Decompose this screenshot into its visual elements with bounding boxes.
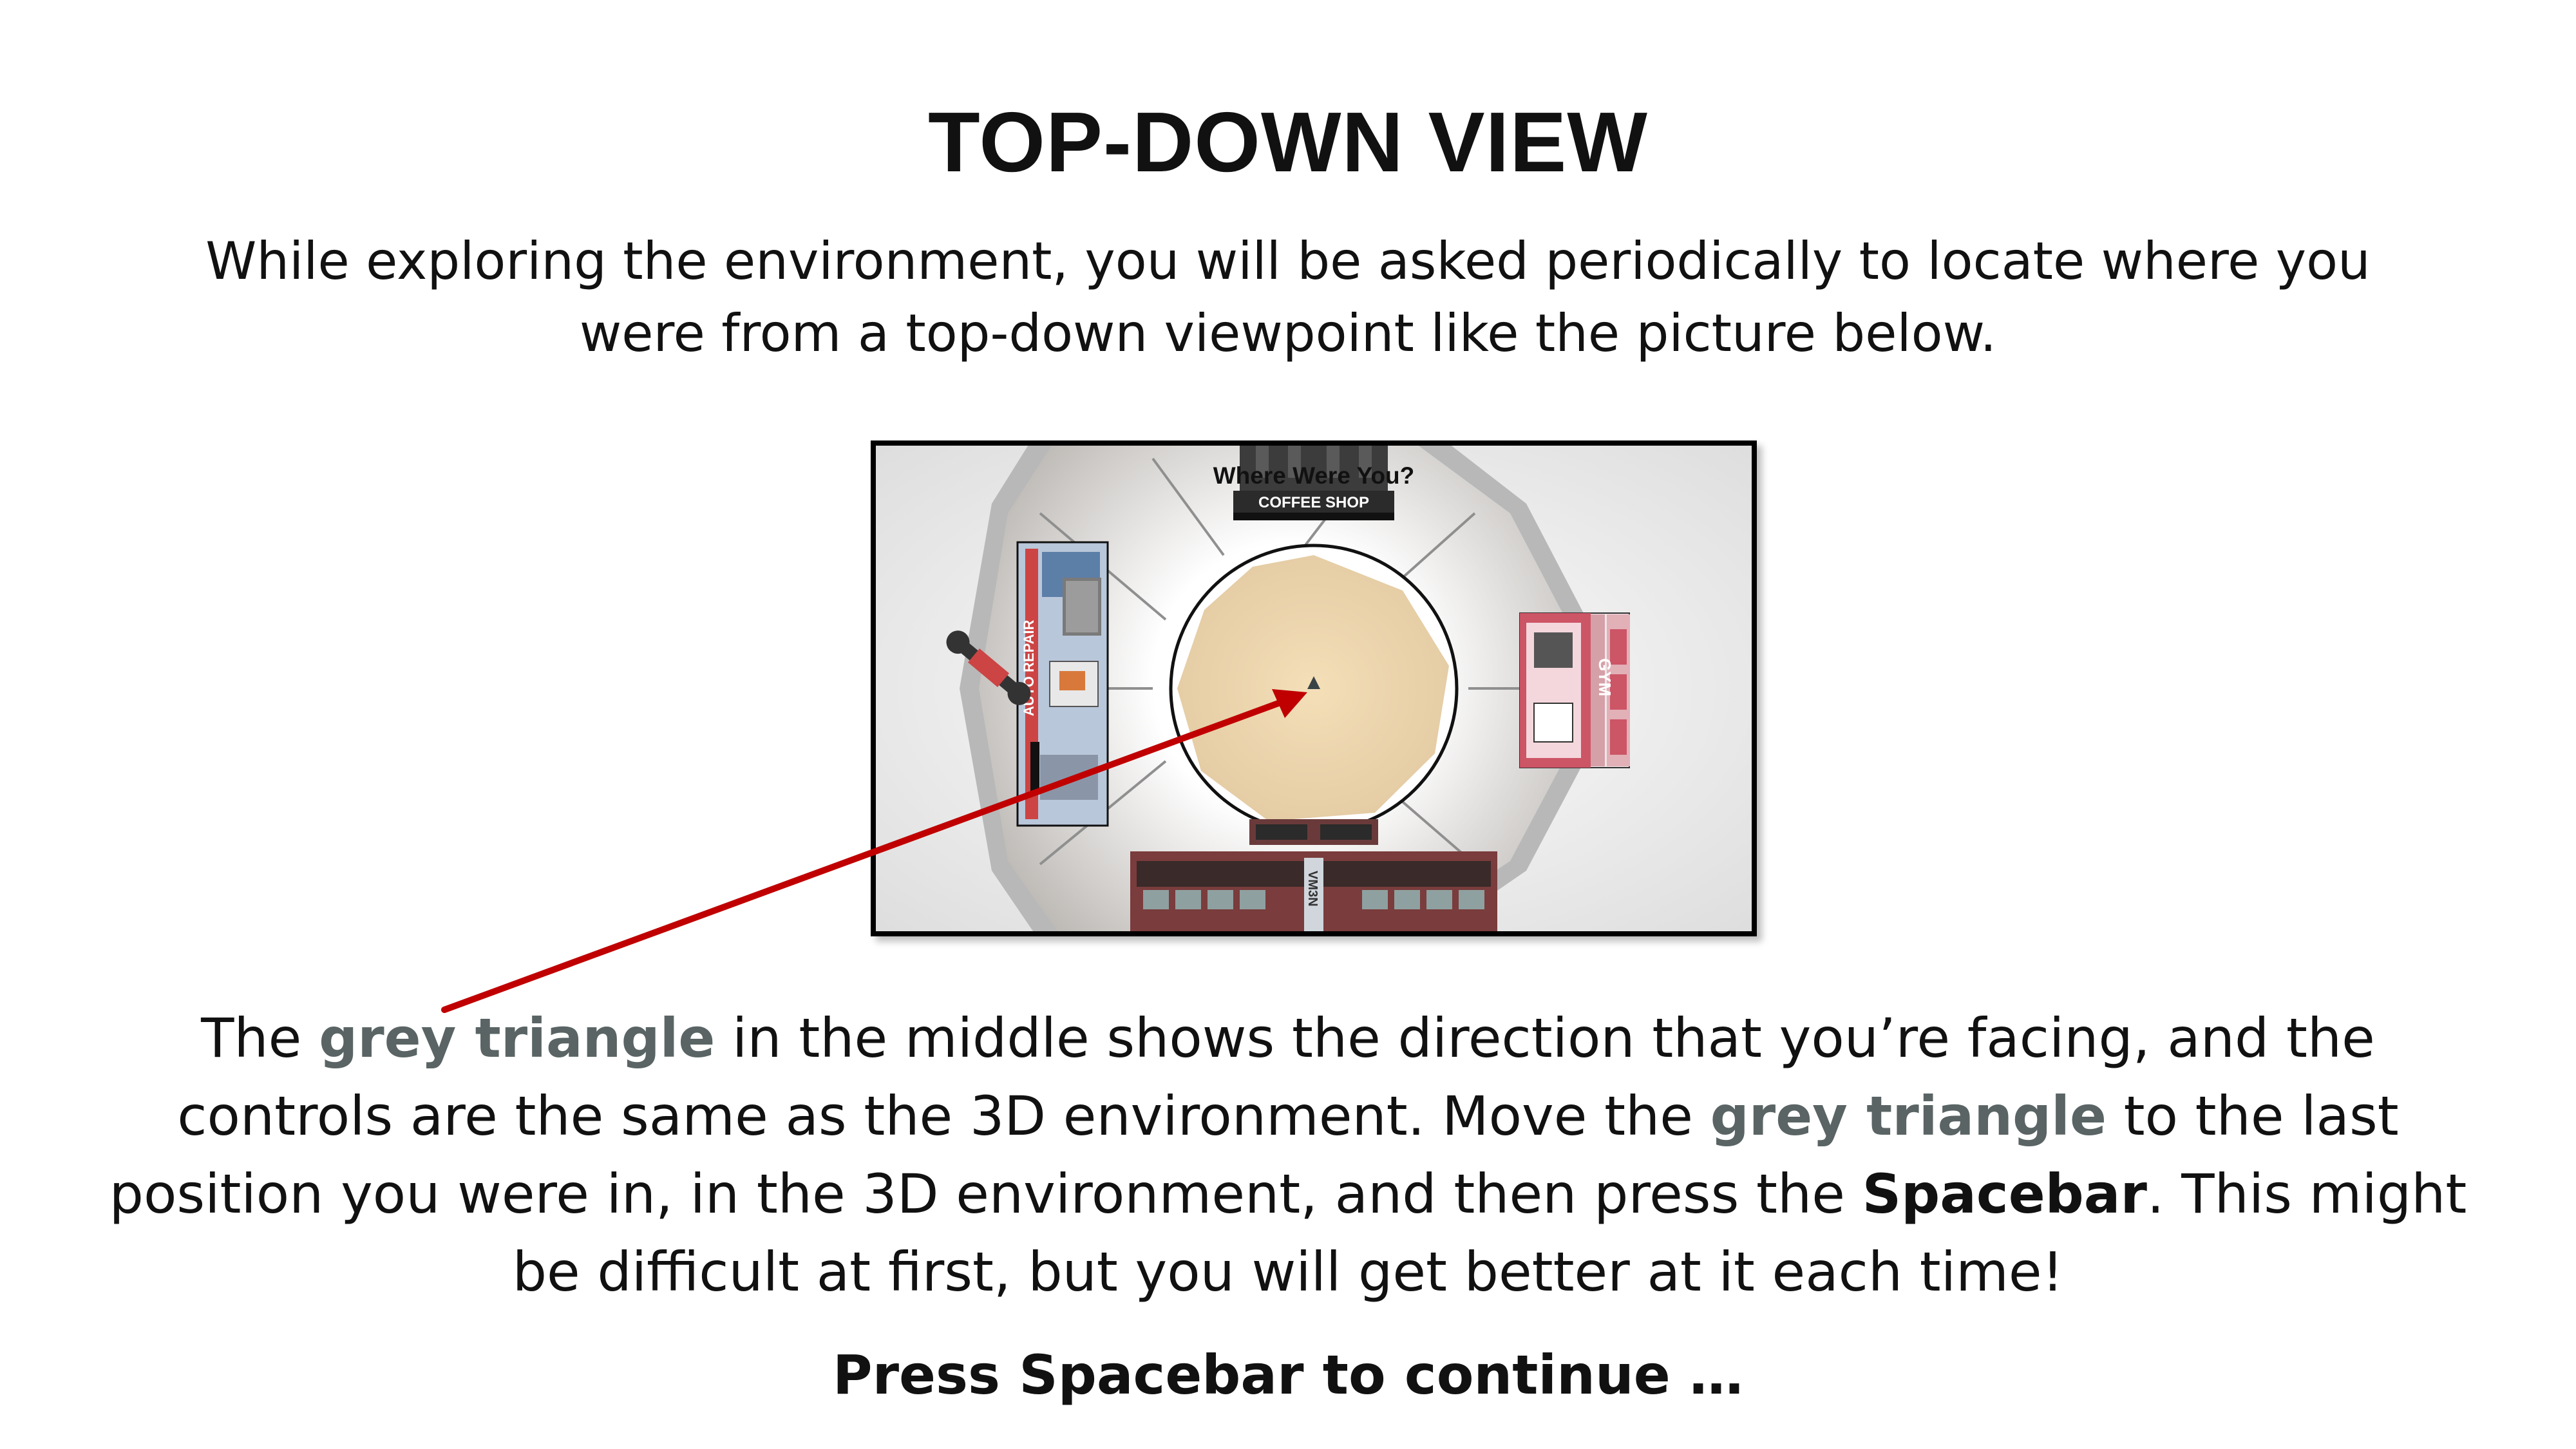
map-heading: Where Were You? (1213, 462, 1415, 489)
intro-text: While exploring the environment, you wil… (205, 231, 2371, 363)
gym-sign: GYM (1595, 658, 1615, 696)
coffee-shop-sign: COFFEE SHOP (1258, 494, 1369, 511)
spacebar-keyword: Spacebar (1862, 1162, 2147, 1226)
grey-triangle-highlight-2: grey triangle (1710, 1084, 2107, 1148)
map-illustration: COFFEE SHOP AUTO REPAIR GYM VM3N (876, 446, 1752, 931)
grey-triangle-highlight-1: grey triangle (319, 1007, 715, 1070)
continue-prompt: Press Spacebar to continue … (833, 1343, 1743, 1406)
bottom-building-sign: VM3N (1305, 871, 1320, 907)
instructions-text: The grey triangle in the middle shows th… (109, 1007, 2467, 1303)
top-down-map-image: COFFEE SHOP AUTO REPAIR GYM VM3N Where W… (871, 440, 1757, 936)
page-title: TOP-DOWN VIEW (928, 95, 1648, 189)
gym-building: GYM (1519, 612, 1630, 768)
